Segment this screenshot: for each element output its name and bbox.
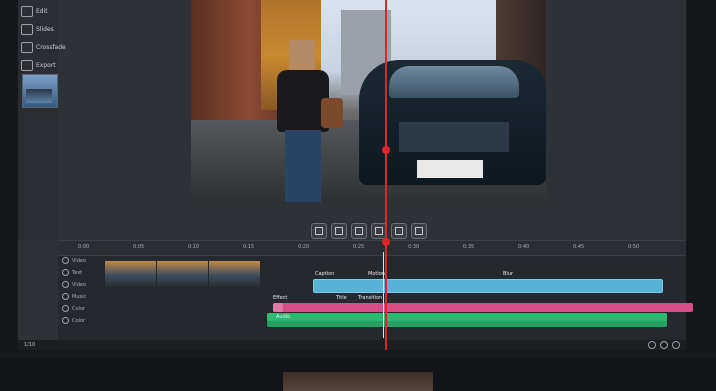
ruler-tick: 0:05 xyxy=(133,244,145,250)
crossfade-icon xyxy=(21,41,33,53)
trim-icon xyxy=(375,227,383,235)
play-button[interactable] xyxy=(311,223,327,239)
sidebar-item-slides[interactable]: Slides xyxy=(21,22,55,36)
sidebar-item-crossfade[interactable]: Crossfade xyxy=(21,40,66,54)
timeline-ruler[interactable]: 0:00 0:05 0:10 0:15 0:20 0:25 0:30 0:35 … xyxy=(58,241,686,256)
play-icon xyxy=(315,227,323,235)
preview-controls xyxy=(311,223,427,239)
sidebar-item-label: Edit xyxy=(36,7,48,15)
speaker-icon xyxy=(62,305,69,312)
sidebar-item-label: Export xyxy=(36,61,56,69)
ruler-tick: 0:10 xyxy=(188,244,200,250)
text-clip-handle[interactable] xyxy=(273,303,283,312)
sidebar-item-label: Crossfade xyxy=(36,43,66,51)
track-label[interactable]: Color xyxy=(62,317,85,324)
timeline-panel[interactable]: 0:00 0:05 0:10 0:15 0:20 0:25 0:30 0:35 … xyxy=(58,240,693,341)
split-icon xyxy=(355,227,363,235)
audio-clip[interactable] xyxy=(267,321,667,327)
track-label[interactable]: Video xyxy=(62,257,86,264)
export-icon xyxy=(21,59,33,71)
ruler-tick: 0:30 xyxy=(408,244,420,250)
preview-car xyxy=(359,60,546,185)
zoom-out-icon[interactable] xyxy=(660,341,668,349)
track-label[interactable]: Music xyxy=(62,293,86,300)
clip-label: Title xyxy=(336,295,347,301)
ruler-tick: 0:35 xyxy=(463,244,475,250)
track-label[interactable]: Video xyxy=(62,281,86,288)
export-icon xyxy=(395,227,403,235)
status-bar: 1/10 xyxy=(18,340,686,350)
monitor-stand xyxy=(283,372,433,391)
settings-icon[interactable] xyxy=(672,341,680,349)
ruler-tick: 0:20 xyxy=(298,244,310,250)
speaker-icon xyxy=(62,293,69,300)
media-thumbnail[interactable] xyxy=(22,74,58,108)
slides-icon xyxy=(21,23,33,35)
ruler-tick: 0:25 xyxy=(353,244,365,250)
crop-icon xyxy=(335,227,343,235)
preview-person xyxy=(277,40,343,203)
status-text: 1/10 xyxy=(24,342,36,348)
split-button[interactable] xyxy=(351,223,367,239)
video-clip[interactable] xyxy=(313,279,663,293)
eye-icon xyxy=(62,269,69,276)
image-icon xyxy=(415,227,423,235)
eye-icon xyxy=(62,281,69,288)
ruler-tick: 0:40 xyxy=(518,244,530,250)
sidebar-item-edit[interactable]: Edit xyxy=(21,4,55,18)
video-preview[interactable] xyxy=(191,0,546,203)
ruler-tick: 0:45 xyxy=(573,244,585,250)
clip-label: Blur xyxy=(503,271,514,277)
editor-screen: Edit Slides Crossfade Export 0:00 0:05 0… xyxy=(18,0,693,350)
clip-label: Caption xyxy=(315,271,335,277)
clip-label: Audio xyxy=(276,314,291,320)
timeline-cursor[interactable] xyxy=(383,252,384,338)
playhead-handle[interactable] xyxy=(382,238,390,246)
export-button[interactable] xyxy=(391,223,407,239)
home-icon xyxy=(21,5,33,17)
image-button[interactable] xyxy=(411,223,427,239)
sidebar-item-label: Slides xyxy=(36,25,54,33)
track-label[interactable]: Text xyxy=(62,269,82,276)
sidebar-item-export[interactable]: Export xyxy=(21,58,56,72)
playhead-handle[interactable] xyxy=(382,146,390,154)
eye-icon xyxy=(62,257,69,264)
ruler-tick: 0:00 xyxy=(78,244,90,250)
clip-label: Effect xyxy=(273,295,288,301)
track-label[interactable]: Color xyxy=(62,305,85,312)
ruler-tick: 0:50 xyxy=(628,244,640,250)
ruler-tick: 0:15 xyxy=(243,244,255,250)
text-clip[interactable] xyxy=(273,303,693,312)
crop-button[interactable] xyxy=(331,223,347,239)
left-sidebar: Edit Slides Crossfade Export xyxy=(18,0,66,240)
zoom-in-icon[interactable] xyxy=(648,341,656,349)
playhead[interactable] xyxy=(382,0,390,350)
video-clip-thumbnails[interactable] xyxy=(105,261,260,287)
clip-label: Transition xyxy=(358,295,383,301)
speaker-icon xyxy=(62,317,69,324)
